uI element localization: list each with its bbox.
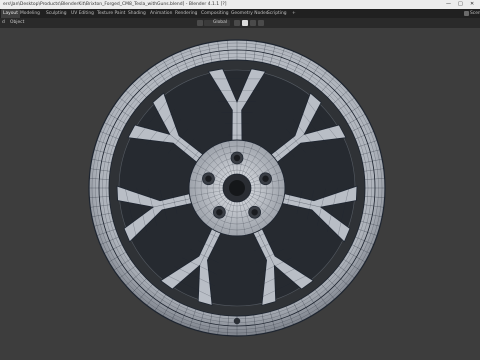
maximize-button[interactable]: □	[458, 0, 463, 9]
minimize-button[interactable]: —	[446, 0, 451, 9]
proportional-edit-icon[interactable]	[250, 20, 256, 26]
editor-type-menu[interactable]: d	[2, 18, 5, 28]
tab-uv-editing[interactable]: UV Editing	[69, 9, 96, 18]
tab-texture-paint[interactable]: Texture Paint	[95, 9, 127, 18]
falloff-icon[interactable]	[258, 20, 264, 26]
3d-viewport[interactable]	[0, 28, 480, 360]
add-workspace-button[interactable]: +	[290, 9, 298, 18]
transform-pivot-icon[interactable]	[197, 20, 203, 26]
viewport-header: d Object Global	[0, 18, 480, 28]
wheel-mesh-render[interactable]	[0, 28, 480, 360]
window-title: ers\Jan\Desktop\Products\BlenderKit\Brix…	[3, 2, 227, 7]
snap-icon[interactable]	[234, 20, 240, 26]
snap-target-icon[interactable]	[242, 20, 248, 26]
object-menu[interactable]: Object	[10, 18, 24, 28]
close-button[interactable]: ✕	[470, 0, 474, 9]
workspace-tabs-bar: Layout Modeling Sculpting UV Editing Tex…	[0, 9, 480, 18]
tab-scripting[interactable]: Scripting	[265, 9, 289, 18]
orientation-label: Global	[213, 20, 228, 25]
window-titlebar: ers\Jan\Desktop\Products\BlenderKit\Brix…	[0, 0, 480, 9]
tab-geometry-nodes[interactable]: Geometry Nodes	[229, 9, 270, 18]
tab-sculpting[interactable]: Sculpting	[44, 9, 69, 18]
tab-modeling[interactable]: Modeling	[18, 9, 42, 18]
scene-selector[interactable]: Scene	[470, 9, 480, 18]
tab-animation[interactable]: Animation	[148, 9, 174, 18]
scene-icon	[464, 11, 469, 16]
tab-compositing[interactable]: Compositing	[199, 9, 231, 18]
tab-shading[interactable]: Shading	[126, 9, 148, 18]
tab-rendering[interactable]: Rendering	[173, 9, 199, 18]
